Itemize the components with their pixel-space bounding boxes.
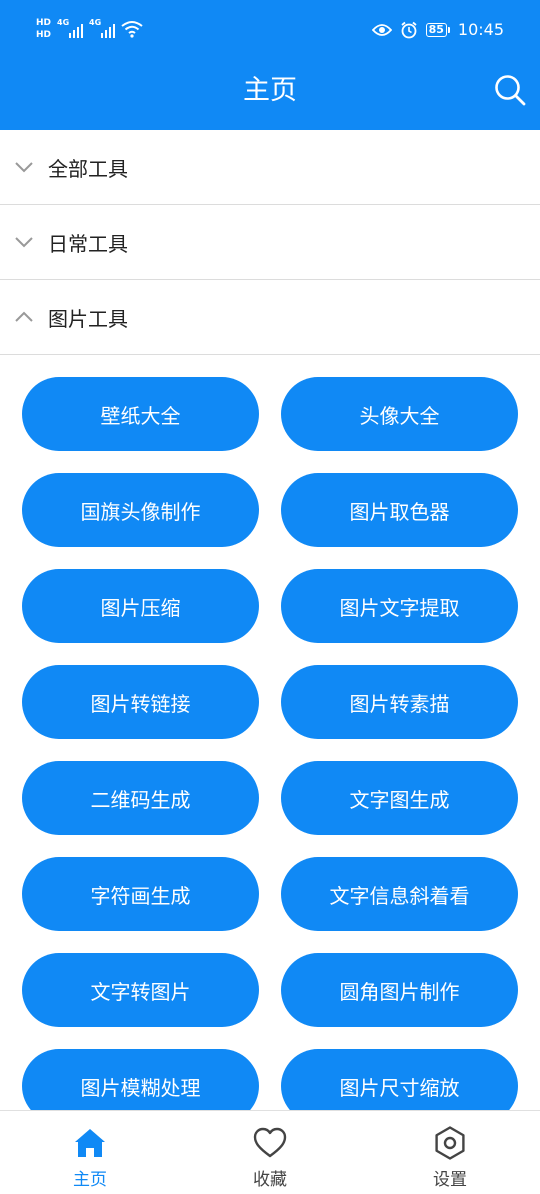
- page-title: 主页: [243, 75, 297, 106]
- category-label: 全部工具: [48, 156, 128, 181]
- wifi-icon: [121, 21, 143, 38]
- chevron-down-icon: [15, 162, 33, 173]
- status-bar: HD HD 4G 4G 85 10:45: [0, 0, 540, 64]
- battery-level: 85: [425, 22, 447, 37]
- nav-settings[interactable]: 设置: [390, 1111, 510, 1194]
- signal-icon-1: 4G: [57, 18, 84, 38]
- tool-button[interactable]: 图片文字提取: [281, 569, 518, 643]
- alarm-icon: [401, 21, 417, 38]
- nav-favorites[interactable]: 收藏: [210, 1111, 330, 1194]
- tool-button[interactable]: 文字图生成: [281, 761, 518, 835]
- signal-icon-2: 4G: [89, 18, 116, 38]
- search-button[interactable]: [490, 70, 530, 110]
- tool-button[interactable]: 头像大全: [281, 377, 518, 451]
- category-all-tools[interactable]: 全部工具: [0, 130, 540, 205]
- chevron-up-icon: [15, 311, 33, 322]
- heart-icon: [253, 1127, 287, 1158]
- tool-button[interactable]: 图片模糊处理: [22, 1049, 259, 1110]
- network-type-1: 4G: [57, 18, 70, 27]
- bottom-nav: 主页 收藏 设置: [0, 1110, 540, 1194]
- eye-comfort-icon: [371, 23, 392, 36]
- nav-home[interactable]: 主页: [30, 1111, 150, 1194]
- category-label: 图片工具: [48, 306, 128, 331]
- tool-button[interactable]: 图片转链接: [22, 665, 259, 739]
- tool-button[interactable]: 字符画生成: [22, 857, 259, 931]
- hd-indicator: HD HD: [36, 18, 51, 40]
- category-label: 日常工具: [48, 231, 128, 256]
- tool-button[interactable]: 图片尺寸缩放: [281, 1049, 518, 1110]
- category-image-tools[interactable]: 图片工具: [0, 280, 540, 355]
- tool-button[interactable]: 文字信息斜着看: [281, 857, 518, 931]
- category-daily-tools[interactable]: 日常工具: [0, 205, 540, 280]
- app-header: 主页: [0, 64, 540, 130]
- battery-icon: 85: [425, 22, 450, 37]
- hd-label-2: HD: [36, 30, 52, 40]
- tool-button[interactable]: 文字转图片: [22, 953, 259, 1027]
- tool-button[interactable]: 壁纸大全: [22, 377, 259, 451]
- tool-button[interactable]: 图片压缩: [22, 569, 259, 643]
- search-icon: [495, 75, 526, 106]
- nav-home-label: 主页: [73, 1170, 107, 1190]
- status-left: HD HD 4G 4G: [36, 18, 143, 48]
- network-type-2: 4G: [89, 18, 102, 27]
- tool-button[interactable]: 圆角图片制作: [281, 953, 518, 1027]
- image-tools-grid: 壁纸大全 头像大全 国旗头像制作 图片取色器 图片压缩 图片文字提取 图片转链接…: [0, 356, 540, 1110]
- clock: 10:45: [457, 20, 504, 39]
- settings-icon: [435, 1126, 465, 1160]
- tool-button[interactable]: 国旗头像制作: [22, 473, 259, 547]
- tool-button[interactable]: 图片取色器: [281, 473, 518, 547]
- tool-button[interactable]: 图片转素描: [281, 665, 518, 739]
- tool-button[interactable]: 二维码生成: [22, 761, 259, 835]
- nav-favorites-label: 收藏: [253, 1170, 287, 1190]
- status-right: 85 10:45: [371, 20, 504, 39]
- home-icon: [75, 1129, 105, 1157]
- nav-settings-label: 设置: [433, 1170, 467, 1190]
- chevron-down-icon: [15, 237, 33, 248]
- hd-label-1: HD: [36, 18, 52, 28]
